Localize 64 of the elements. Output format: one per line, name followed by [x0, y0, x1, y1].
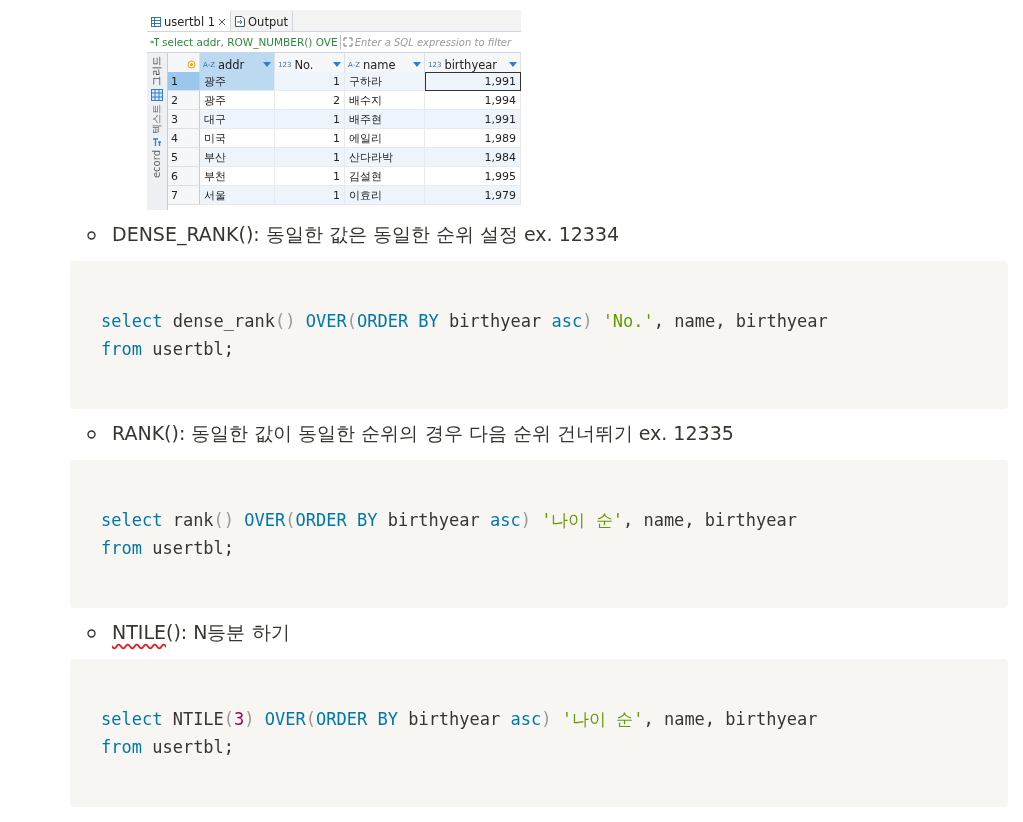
bullet-icon: [87, 230, 96, 240]
code-line: from usertbl;: [101, 537, 236, 560]
table-cell: 배주현: [345, 110, 425, 129]
table-cell: 1: [275, 186, 345, 205]
row-number[interactable]: 7: [168, 186, 200, 205]
table-cell: 부산: [200, 148, 275, 167]
text-icon[interactable]: [152, 137, 162, 147]
circle-icon: [187, 60, 196, 69]
table-cell: 1: [275, 129, 345, 148]
table-cell: 김설현: [345, 167, 425, 186]
bullet-icon: [87, 628, 96, 638]
expand-icon[interactable]: [342, 37, 353, 47]
table-cell: 대구: [200, 110, 275, 129]
table-cell: 광주: [200, 91, 275, 110]
row-number[interactable]: 6: [168, 167, 200, 186]
table-cell: 1: [275, 167, 345, 186]
table-cell: 이효리: [345, 186, 425, 205]
code-line: select dense_rank() OVER(ORDER BY birthyear asc) 'No.', name, birthyear: [101, 310, 829, 333]
table-cell: 1,984: [425, 148, 521, 167]
list-item-text: NTILE(): N등분 하기: [112, 620, 290, 645]
table-cell: 산다라박: [345, 148, 425, 167]
table-cell: 배수지: [345, 91, 425, 110]
row-number[interactable]: 1: [168, 72, 200, 91]
dropdown-icon[interactable]: [413, 62, 421, 67]
result-tab[interactable]: usertbl 1: [147, 10, 232, 31]
table-cell: 2: [275, 91, 345, 110]
table-cell: 1,995: [425, 167, 521, 186]
dropdown-icon[interactable]: [509, 62, 517, 67]
list-item-text: DENSE_RANK(): 동일한 값은 동일한 순위 설정 ex. 12334: [112, 222, 620, 248]
table-cell: 1,979: [425, 186, 521, 205]
table-cell: 1,991: [425, 110, 521, 129]
side-tab[interactable]: 그리드: [152, 56, 162, 86]
grid-icon[interactable]: [151, 89, 163, 101]
dropdown-icon[interactable]: [333, 62, 341, 67]
code-line: select NTILE(3) OVER(ORDER BY birthyear asc) '나이 순', name, birthyear: [101, 708, 819, 731]
table-cell: 광주: [200, 72, 275, 91]
table-cell: 1,994: [425, 91, 521, 110]
table-cell: 1,991: [425, 72, 521, 91]
list-item-text: RANK(): 동일한 값이 동일한 순위의 경우 다음 순위 건너뛰기 ex. 12335: [112, 421, 734, 446]
filter-query[interactable]: select addr, ROW_NUMBER() OVE: [162, 36, 338, 48]
document-arrow-icon: [235, 16, 246, 27]
table-icon: [151, 16, 161, 27]
sql-icon: [149, 37, 160, 47]
row-number[interactable]: 5: [168, 148, 200, 167]
row-number[interactable]: 3: [168, 110, 200, 129]
table-cell: 서울: [200, 186, 275, 205]
table-cell: 에일리: [345, 129, 425, 148]
close-icon[interactable]: [218, 17, 227, 26]
table-cell: 1,989: [425, 129, 521, 148]
row-number[interactable]: 4: [168, 129, 200, 148]
dropdown-icon[interactable]: [263, 62, 271, 67]
code-line: select rank() OVER(ORDER BY birthyear asc) '나이 순', name, birthyear: [101, 509, 798, 532]
table-cell: 부천: [200, 167, 275, 186]
table-cell: 구하라: [345, 72, 425, 91]
side-tab[interactable]: ecord: [152, 150, 162, 179]
table-cell: 1: [275, 72, 345, 91]
table-cell: 1: [275, 148, 345, 167]
table-cell: 1: [275, 110, 345, 129]
row-number[interactable]: 2: [168, 91, 200, 110]
side-tab[interactable]: 텍스트: [152, 104, 162, 134]
code-line: from usertbl;: [101, 338, 236, 361]
bullet-icon: [87, 429, 96, 439]
code-line: from usertbl;: [101, 736, 236, 759]
table-cell: 미국: [200, 129, 275, 148]
